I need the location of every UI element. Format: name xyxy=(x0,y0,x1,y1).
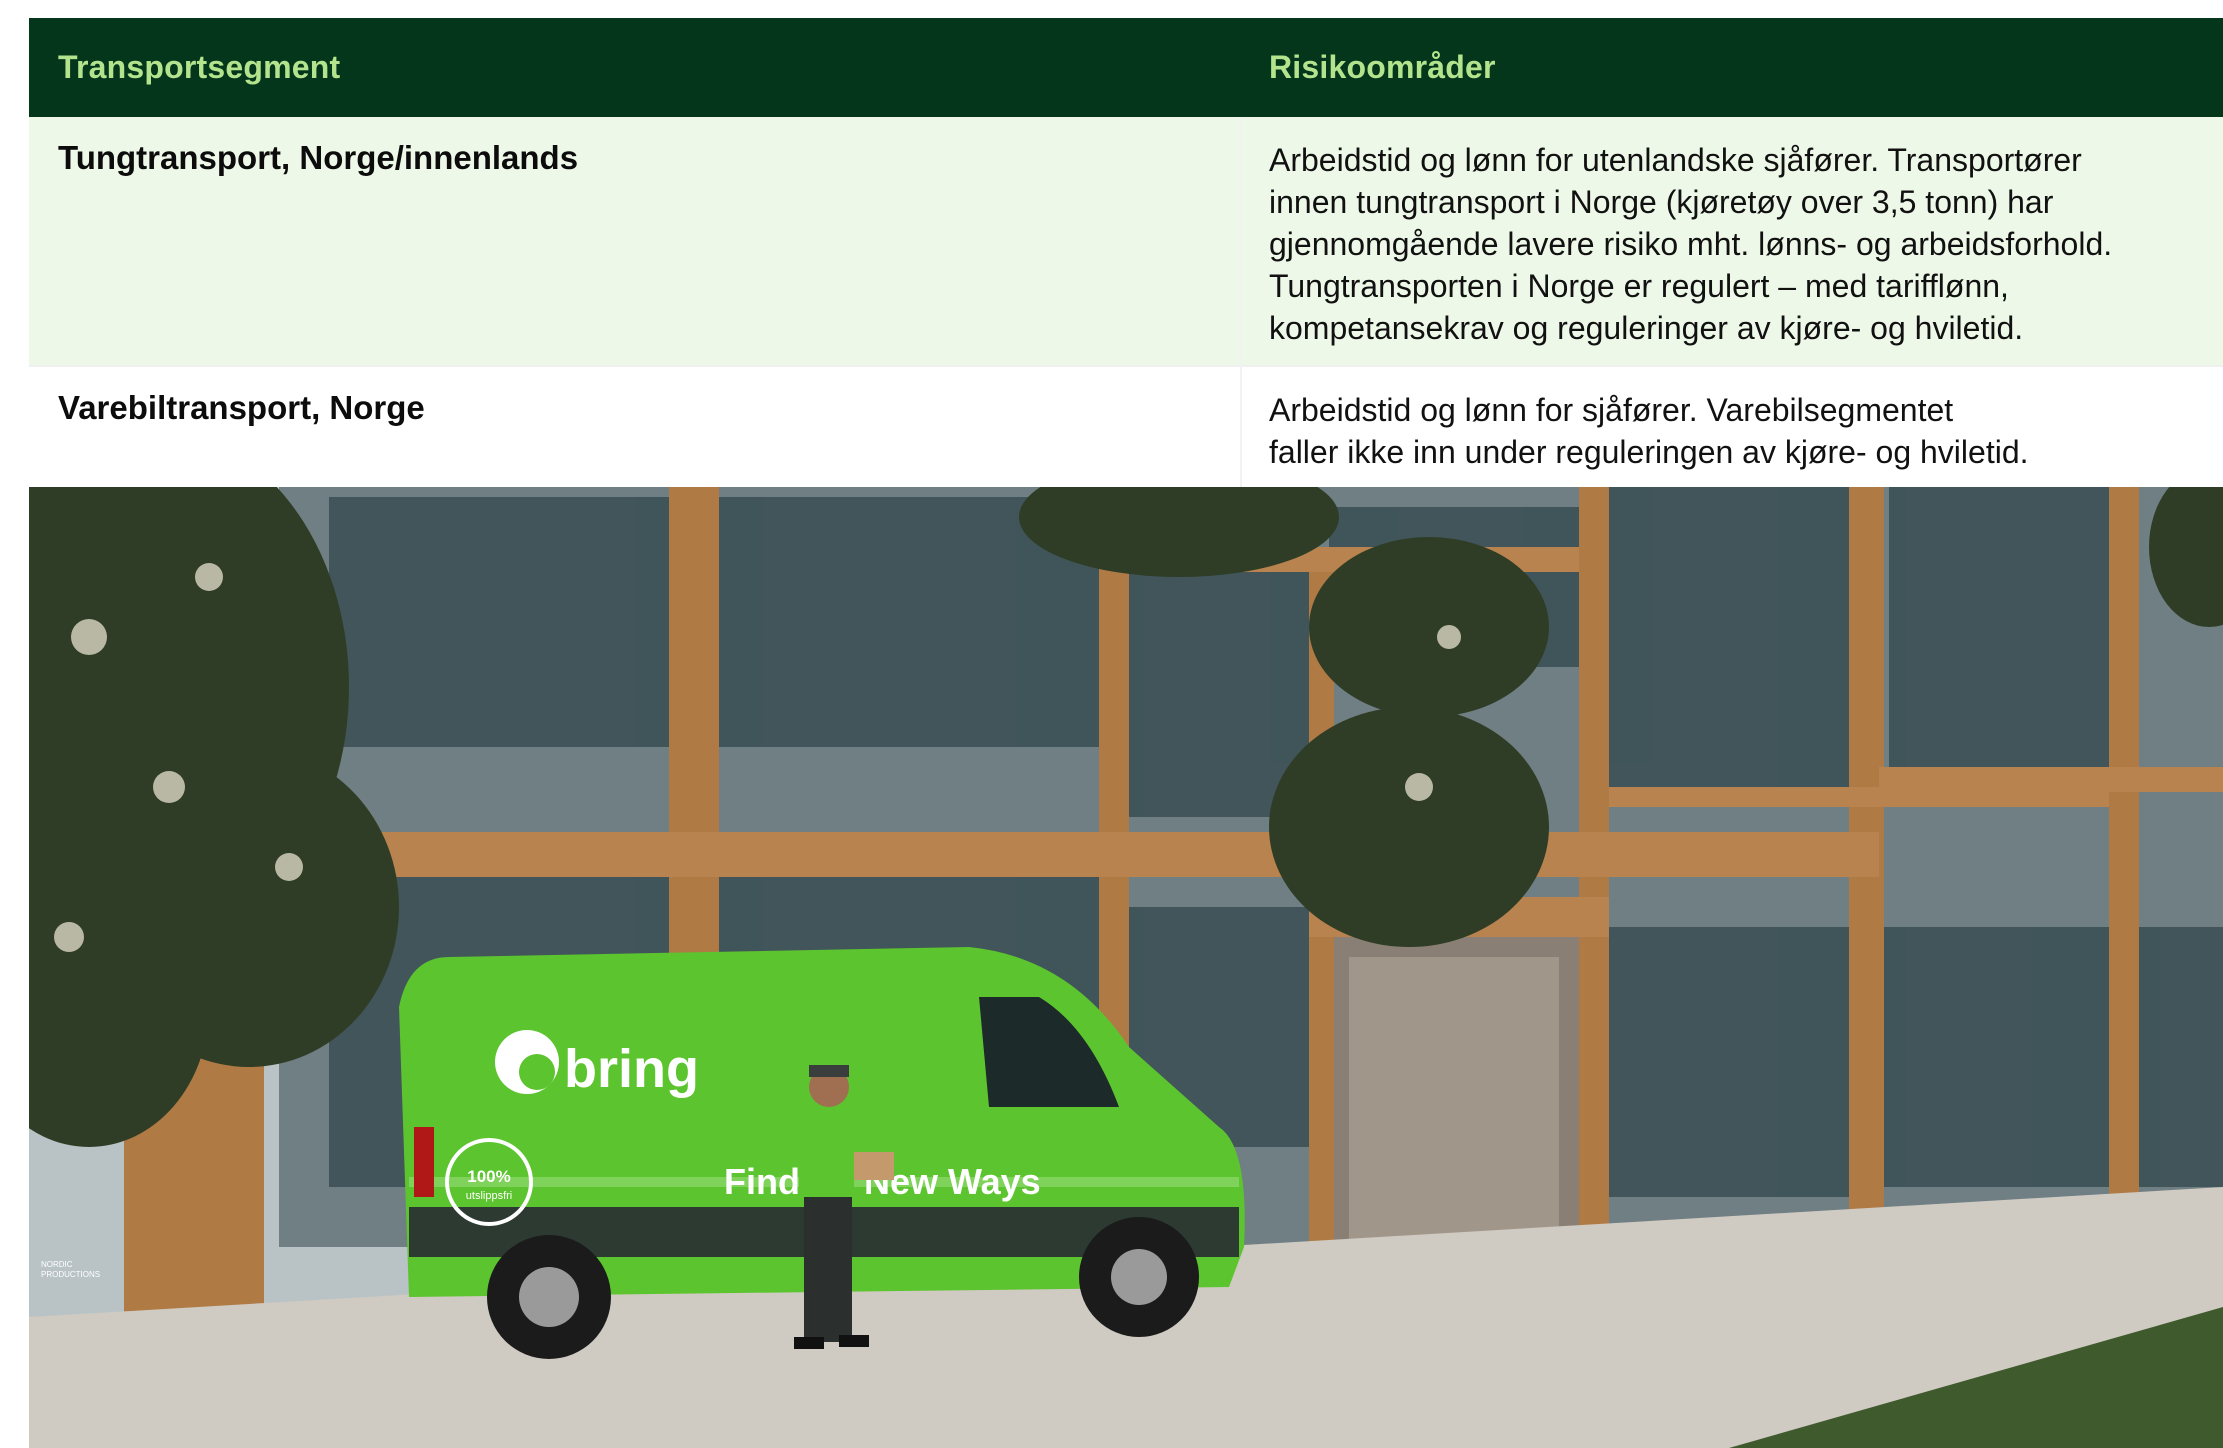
van-brand-text: bring xyxy=(564,1039,699,1099)
risk-line: kompetansekrav og reguleringer av kjøre-… xyxy=(1269,310,2024,346)
header-transportsegment: Transportsegment xyxy=(58,49,341,85)
risk-cell: Arbeidstid og lønn for sjåfører. Varebil… xyxy=(1242,367,2223,487)
risk-line: gjennomgående lavere risiko mht. lønns- … xyxy=(1269,226,2113,262)
table-row: Tungtransport, Norge/innenlands Arbeidst… xyxy=(29,117,2223,365)
delivery-van-photo: bring 100% utslippsfri Finding New Ways … xyxy=(29,487,2223,1448)
risk-table: Transportsegment Risikoområder Tungtrans… xyxy=(29,18,2223,487)
risk-line: faller ikke inn under reguleringen av kj… xyxy=(1269,434,2029,470)
segment-cell: Tungtransport, Norge/innenlands xyxy=(29,117,1242,365)
table-header: Transportsegment Risikoområder xyxy=(29,18,2223,117)
van-badge-top: 100% xyxy=(467,1167,510,1186)
table-row: Varebiltransport, Norge Arbeidstid og lø… xyxy=(29,365,2223,487)
watermark-line2: PRODUCTIONS xyxy=(41,1270,100,1279)
van-badge-bottom: utslippsfri xyxy=(466,1190,512,1202)
header-risikoomrader: Risikoområder xyxy=(1269,49,1496,85)
risk-line: Arbeidstid og lønn for sjåfører. Varebil… xyxy=(1269,392,1954,428)
risk-line: Arbeidstid og lønn for utenlandske sjåfø… xyxy=(1269,142,2082,178)
risk-cell: Arbeidstid og lønn for utenlandske sjåfø… xyxy=(1242,117,2223,365)
watermark-line1: NORDIC xyxy=(41,1260,73,1269)
risk-line: Tungtransporten i Norge er regulert – me… xyxy=(1269,268,2009,304)
risk-line: innen tungtransport i Norge (kjøretøy ov… xyxy=(1269,184,2054,220)
segment-cell: Varebiltransport, Norge xyxy=(29,367,1242,487)
